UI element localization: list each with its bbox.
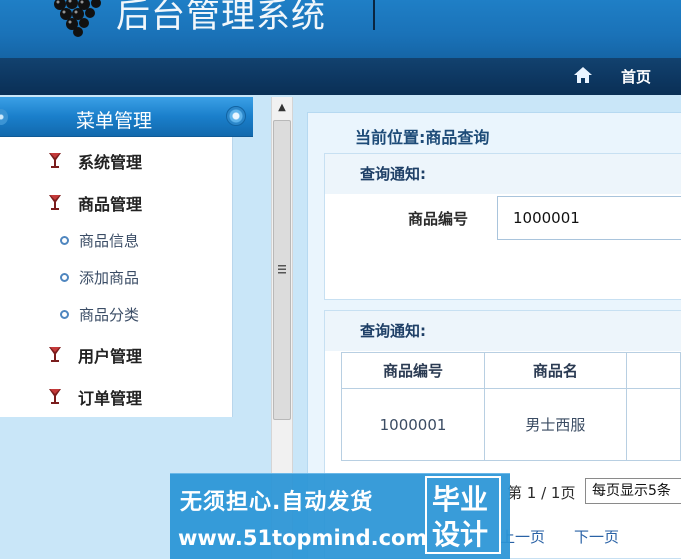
app-header: 后台管理系统 — [0, 0, 681, 58]
sidebar-subitem-goods-category[interactable]: 商品分类 — [60, 303, 139, 325]
home-icon[interactable] — [573, 66, 593, 84]
nav-home-link[interactable]: 首页 — [621, 66, 651, 87]
cup-icon — [49, 153, 61, 168]
table-cell — [625, 388, 681, 461]
bullet-icon — [60, 309, 69, 319]
sidebar-title: 菜单管理 — [76, 110, 153, 132]
table-cell: 1000001 — [340, 388, 486, 461]
sidebar-subitem-label: 添加商品 — [79, 268, 140, 287]
result-panel-title: 查询通知: — [360, 322, 426, 340]
sidebar-subitem-add-goods[interactable]: 添加商品 — [60, 266, 139, 288]
sidebar-item-label: 商品管理 — [78, 195, 143, 214]
bullet-icon — [60, 272, 69, 282]
watermark-text: 无须担心.自动发货 — [180, 490, 374, 515]
grip-icon — [278, 265, 286, 274]
results-table: 商品编号 商品名 1000001 男士西服 — [340, 352, 681, 461]
cup-icon — [49, 389, 61, 404]
page-info: 第 1 / 1页 — [507, 484, 576, 502]
sidebar-item-label: 系统管理 — [78, 153, 143, 172]
sidebar-item-orders[interactable]: 订单管理 — [48, 385, 142, 409]
sidebar-subitem-label: 商品信息 — [79, 231, 140, 250]
sidebar-subitem-goods-info[interactable]: 商品信息 — [60, 229, 139, 251]
next-page-link[interactable]: 下一页 — [574, 526, 619, 547]
table-row[interactable]: 1000001 男士西服 — [340, 388, 681, 461]
text-cursor — [373, 0, 375, 30]
column-header — [625, 352, 681, 389]
sidebar-item-label: 订单管理 — [78, 389, 143, 408]
cup-icon — [49, 195, 61, 210]
table-cell: 男士西服 — [484, 388, 627, 461]
sidebar-toggle-icon[interactable] — [226, 106, 246, 126]
column-header: 商品名 — [484, 352, 627, 389]
breadcrumb: 当前位置:商品查询 — [355, 128, 490, 147]
query-panel-title: 查询通知: — [360, 165, 426, 183]
sidebar-item-label: 用户管理 — [78, 347, 143, 366]
cup-icon — [49, 347, 61, 362]
sidebar-subitem-label: 商品分类 — [79, 305, 140, 324]
sidebar-item-system[interactable]: 系统管理 — [48, 149, 142, 173]
column-header: 商品编号 — [340, 352, 486, 389]
grape-logo-icon — [54, 0, 101, 37]
goods-id-label: 商品编号 — [408, 210, 469, 228]
app-title: 后台管理系统 — [116, 0, 326, 36]
scroll-up-arrow-icon[interactable]: ▲ — [271, 97, 293, 117]
goods-id-input[interactable] — [497, 196, 681, 240]
page-size-select[interactable]: 每页显示5条 — [585, 478, 681, 504]
watermark-url: www.51topmind.com — [178, 526, 428, 550]
sidebar-item-goods[interactable]: 商品管理 — [48, 191, 142, 215]
sidebar-item-users[interactable]: 用户管理 — [48, 343, 142, 367]
watermark-box-text: 设计 — [432, 518, 489, 551]
watermark-box-text: 毕业 — [432, 483, 489, 516]
bullet-icon — [60, 235, 69, 245]
table-header-row: 商品编号 商品名 — [340, 352, 681, 389]
